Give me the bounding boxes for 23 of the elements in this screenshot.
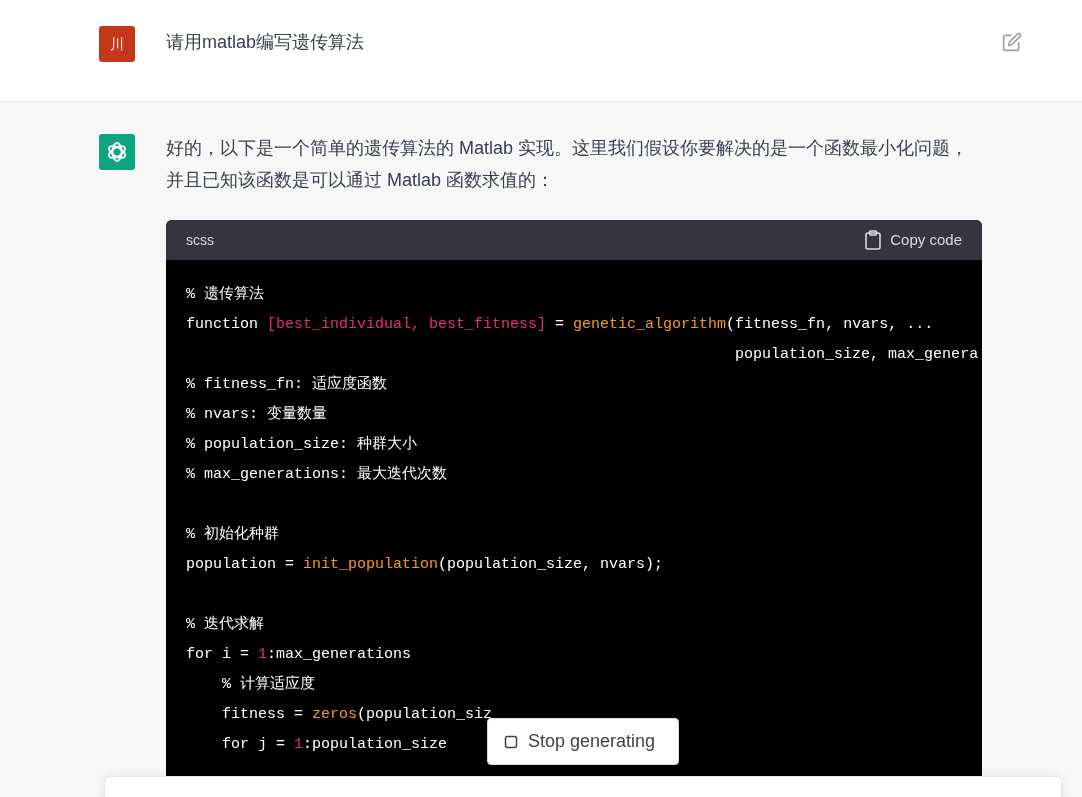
assistant-message: 好的，以下是一个简单的遗传算法的 Matlab 实现。这里我们假设你要解决的是一个函数最小化问题，并且已知该函数是可以通过 Matlab 函数求值的：: [166, 137, 970, 192]
code-line: % nvars: 变量数量: [186, 404, 327, 425]
code-line: % 遗传算法: [186, 284, 264, 305]
code-line: for j = 1:population_size: [221, 735, 448, 755]
code-line: population = init_population(population_size, nvars);: [186, 555, 664, 575]
user-avatar: 川: [99, 26, 135, 62]
assistant-avatar: [99, 134, 135, 170]
code-line: % fitness_fn: 适应度函数: [186, 374, 388, 395]
clipboard-icon: [864, 230, 883, 250]
user-message: 请用matlab编写遗传算法: [166, 31, 366, 54]
stop-generating-button[interactable]: Stop generating: [487, 718, 679, 765]
code-language: scss: [186, 230, 214, 250]
code-line: population_size, max_genera: [734, 345, 979, 365]
code-line: % 计算适应度: [221, 674, 315, 695]
code-line: % 迭代求解: [186, 614, 264, 635]
code-line: function [best_individual, best_fitness] = genetic_algorithm(fitness_fn, nvars, ...: [186, 315, 934, 335]
copy-code-button[interactable]: Copy code: [864, 228, 962, 252]
code-line: % population_size: 种群大小: [186, 434, 418, 455]
edit-icon[interactable]: [1002, 32, 1022, 52]
stop-icon: [504, 734, 518, 749]
code-line: % 初始化种群: [186, 524, 279, 545]
code-line: for i = 1:max_generations: [186, 645, 412, 665]
code-line: % max_generations: 最大迭代次数: [186, 464, 448, 485]
